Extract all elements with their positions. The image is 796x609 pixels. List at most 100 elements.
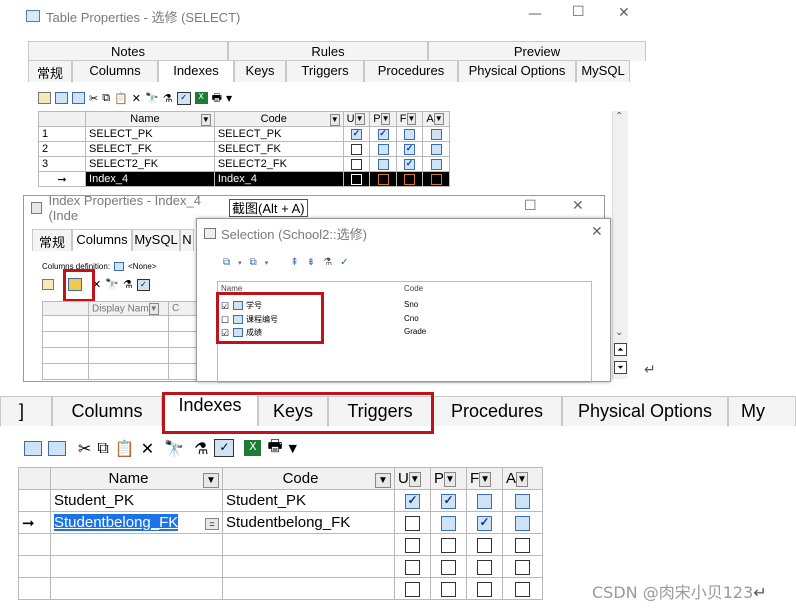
move-bottom-icon[interactable]: ⇟ bbox=[307, 257, 315, 268]
foreign-checkbox[interactable] bbox=[404, 158, 416, 170]
tab-physical-options[interactable]: Physical Options bbox=[562, 396, 728, 426]
grid-cell[interactable] bbox=[222, 577, 395, 600]
scroll-top-icon[interactable]: ⏶ bbox=[614, 343, 627, 356]
filter-icon[interactable]: ⚗ bbox=[123, 278, 133, 291]
row-marker-arrow-icon[interactable]: ➞ bbox=[18, 511, 51, 534]
insert-row-icon[interactable] bbox=[72, 92, 85, 104]
foreign-checkbox[interactable] bbox=[404, 143, 416, 155]
tab-rules[interactable]: Rules bbox=[228, 41, 428, 61]
index-code-cell[interactable]: SELECT_FK bbox=[213, 141, 344, 157]
list-header-code[interactable]: Code bbox=[404, 284, 423, 293]
primary-checkbox[interactable] bbox=[441, 559, 456, 575]
foreign-checkbox[interactable] bbox=[404, 128, 416, 140]
row-marker[interactable] bbox=[18, 577, 51, 600]
column-header-name[interactable]: Name ▼ bbox=[85, 111, 215, 127]
table-row[interactable]: 3 SELECT2_FK SELECT2_FK bbox=[37, 156, 450, 172]
grid-cell[interactable] bbox=[88, 315, 169, 332]
foreign-checkbox[interactable] bbox=[477, 559, 492, 575]
alternate-checkbox[interactable] bbox=[430, 143, 442, 155]
excel-icon[interactable]: X bbox=[244, 440, 262, 456]
add-row-icon[interactable] bbox=[55, 92, 68, 104]
primary-checkbox[interactable] bbox=[377, 173, 389, 185]
dropdown-arrow-icon[interactable]: ▼ bbox=[200, 113, 211, 126]
table-row[interactable]: Student_PK Student_PK bbox=[18, 489, 543, 512]
customize-columns-icon[interactable]: ✓ bbox=[214, 439, 235, 457]
table-row[interactable]: 2 SELECT_FK SELECT_FK bbox=[37, 141, 450, 157]
add-row-icon[interactable] bbox=[24, 440, 42, 456]
cut-icon[interactable]: ✂ bbox=[78, 439, 91, 458]
column-header-display-name[interactable]: Display Nam▼ bbox=[88, 301, 169, 316]
dropdown-arrow-icon[interactable]: ▼ bbox=[433, 113, 444, 126]
minimize-button[interactable]: — bbox=[528, 6, 542, 22]
dropdown-arrow-icon[interactable]: ▼ bbox=[148, 302, 159, 315]
dropdown-arrow-icon[interactable]: ▼ bbox=[408, 471, 421, 487]
tab-mysql[interactable]: MySQL bbox=[132, 229, 180, 251]
customize-columns-icon[interactable]: ✓ bbox=[340, 257, 348, 268]
close-button[interactable]: ✕ bbox=[618, 5, 630, 21]
find-icon[interactable]: 🔭 bbox=[164, 439, 184, 458]
primary-checkbox[interactable] bbox=[441, 581, 456, 597]
alternate-checkbox[interactable] bbox=[430, 158, 442, 170]
dropdown-arrow-icon[interactable]: ▼ bbox=[354, 113, 365, 126]
unique-checkbox[interactable] bbox=[350, 128, 362, 140]
tab-general[interactable]: 常规 bbox=[32, 229, 72, 251]
table-row-selected[interactable]: ➞ Studentbelong_FK = Studentbelong_FK bbox=[18, 511, 543, 534]
vertical-scrollbar[interactable]: ⌃ ⌄ ⏶ ⏷ bbox=[612, 111, 628, 379]
row-number[interactable]: 3 bbox=[37, 156, 87, 172]
tab-procedures[interactable]: Procedures bbox=[432, 396, 562, 426]
copy-icon[interactable]: ⧉ bbox=[97, 438, 108, 458]
grid-cell[interactable] bbox=[88, 331, 169, 348]
grid-cell[interactable] bbox=[168, 331, 199, 348]
primary-checkbox[interactable] bbox=[441, 515, 456, 531]
tab-general-fragment[interactable]: ] bbox=[0, 396, 52, 426]
index-code-cell[interactable]: Index_4 bbox=[213, 171, 344, 187]
tab-general[interactable]: 常规 bbox=[28, 60, 72, 82]
dropdown-arrow-icon[interactable]: ▼ bbox=[329, 113, 340, 126]
dropdown-arrow-icon[interactable]: ▼ bbox=[203, 472, 219, 488]
tab-mysql[interactable]: My bbox=[728, 396, 796, 426]
index-close-button[interactable]: ✕ bbox=[572, 198, 584, 214]
primary-checkbox[interactable] bbox=[377, 158, 389, 170]
index-name-editing[interactable]: Studentbelong_FK bbox=[54, 514, 179, 531]
column-header-c[interactable]: C bbox=[168, 301, 199, 316]
column-header-f[interactable]: F▼ bbox=[466, 467, 503, 490]
index-maximize-button[interactable]: ☐ bbox=[524, 198, 537, 214]
grid-cell[interactable] bbox=[88, 363, 169, 380]
dropdown-arrow-icon[interactable]: ▼ bbox=[479, 471, 492, 487]
foreign-checkbox[interactable] bbox=[477, 515, 492, 531]
filter-icon[interactable]: ⚗ bbox=[163, 92, 173, 105]
unique-checkbox[interactable] bbox=[405, 493, 420, 509]
column-header-u[interactable]: U▼ bbox=[394, 467, 431, 490]
selection-close-button[interactable]: ✕ bbox=[591, 224, 603, 240]
dropdown-arrow-icon[interactable]: ▼ bbox=[406, 113, 417, 126]
alternate-checkbox[interactable] bbox=[515, 493, 530, 509]
table-row[interactable] bbox=[42, 363, 199, 380]
find-icon[interactable]: 🔭 bbox=[105, 278, 119, 291]
copy-icon[interactable]: ⧉ bbox=[102, 91, 110, 105]
grid-cell[interactable] bbox=[88, 347, 169, 364]
foreign-checkbox[interactable] bbox=[477, 581, 492, 597]
primary-checkbox[interactable] bbox=[441, 537, 456, 553]
grid-cell[interactable] bbox=[168, 315, 199, 332]
tab-keys[interactable]: Keys bbox=[234, 60, 286, 82]
scroll-up-icon[interactable]: ⌃ bbox=[615, 111, 623, 122]
scroll-bottom-icon[interactable]: ⏷ bbox=[614, 361, 627, 374]
table-row[interactable] bbox=[42, 315, 199, 332]
row-marker[interactable] bbox=[18, 555, 51, 578]
alternate-checkbox[interactable] bbox=[430, 173, 442, 185]
unique-checkbox[interactable] bbox=[405, 515, 420, 531]
index-name-cell[interactable]: SELECT_PK bbox=[85, 126, 215, 142]
alternate-checkbox[interactable] bbox=[515, 537, 530, 553]
grid-cell[interactable] bbox=[50, 577, 223, 600]
customize-columns-icon[interactable]: ✓ bbox=[176, 91, 191, 105]
table-row-selected[interactable]: ➞ Index_4 Index_4 bbox=[37, 171, 450, 187]
primary-checkbox[interactable] bbox=[377, 128, 389, 140]
index-name-cell[interactable]: SELECT2_FK bbox=[85, 156, 215, 172]
alternate-checkbox[interactable] bbox=[430, 128, 442, 140]
tab-triggers[interactable]: Triggers bbox=[286, 60, 364, 82]
index-name-cell[interactable]: SELECT_FK bbox=[85, 141, 215, 157]
delete-icon[interactable]: ✕ bbox=[132, 92, 141, 105]
grid-cell[interactable] bbox=[222, 533, 395, 556]
foreign-checkbox[interactable] bbox=[477, 537, 492, 553]
print-icon[interactable]: 🖶 bbox=[267, 435, 282, 462]
